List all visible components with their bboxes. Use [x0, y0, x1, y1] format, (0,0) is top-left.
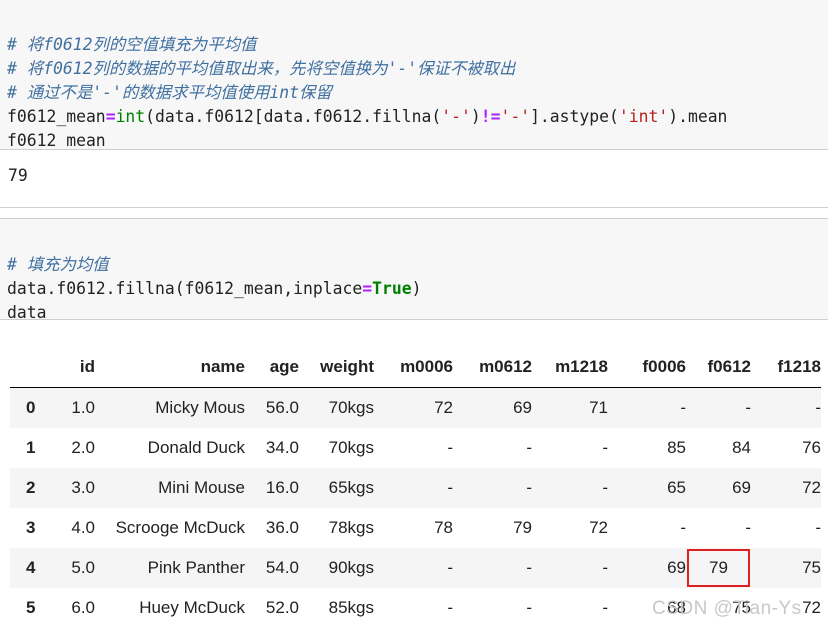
column-header: f1218 [751, 347, 821, 388]
table-cell: 71 [589, 398, 608, 417]
table-cell: - [526, 438, 532, 457]
table-cell: 56.0 [265, 398, 299, 417]
table-cell: Scrooge McDuck [115, 518, 245, 537]
table-cell: 69 [513, 398, 532, 417]
table-cell: 54.0 [265, 558, 299, 577]
table-cell: - [526, 598, 532, 617]
row-index: 1 [26, 438, 36, 457]
table-cell: 79 [513, 518, 532, 537]
table-cell: 78kgs [328, 518, 374, 537]
row-index: 2 [26, 478, 36, 497]
table-cell: 90kgs [328, 558, 374, 577]
table-cell: 70kgs [328, 398, 374, 417]
row-index: 3 [26, 518, 36, 537]
table-cell: - [815, 398, 821, 417]
table-cell: - [526, 558, 532, 577]
table-cell: 4.0 [71, 518, 95, 537]
output-value: 79 [8, 166, 28, 185]
table-cell: - [815, 518, 821, 537]
comment-line: # 通过不是'-'的数据求平均值使用int保留 [7, 83, 332, 102]
table-cell: - [602, 558, 608, 577]
code-line: f0612_mean=int(data.f0612[data.f0612.fil… [7, 107, 728, 126]
table-cell: 75 [802, 558, 821, 577]
table-cell: Huey McDuck [139, 598, 245, 617]
comment-line: # 将f0612列的空值填充为平均值 [7, 35, 257, 54]
table-cell: 65 [667, 478, 686, 497]
table-cell: - [680, 398, 686, 417]
table-cell: 72 [589, 518, 608, 537]
table-cell: 72 [802, 478, 821, 497]
table-row: 2 3.0 Mini Mouse 16.0 65kgs - - - 65 69 … [10, 468, 821, 508]
code-line: data [7, 303, 47, 320]
table-cell: 3.0 [71, 478, 95, 497]
table-cell: 69 [667, 558, 686, 577]
table-cell: - [602, 438, 608, 457]
table-cell: 85kgs [328, 598, 374, 617]
code-cell-2[interactable]: # 填充为均值 data.f0612.fillna(f0612_mean,inp… [0, 218, 828, 320]
column-header: age [245, 347, 299, 388]
table-cell: - [447, 478, 453, 497]
table-cell: 78 [434, 518, 453, 537]
cell-separator [0, 207, 828, 208]
column-header: id [55, 347, 95, 388]
table-cell: 34.0 [265, 438, 299, 457]
column-header: weight [299, 347, 374, 388]
watermark: CSDN @Tian-Ys [652, 598, 802, 619]
table-cell: 36.0 [265, 518, 299, 537]
table-cell: - [447, 438, 453, 457]
table-cell: 85 [667, 438, 686, 457]
table-cell: 52.0 [265, 598, 299, 617]
comment-line: # 将f0612列的数据的平均值取出来，先将空值换为'-'保证不被取出 [7, 59, 516, 78]
table-cell: Pink Panther [147, 558, 245, 577]
code-cell-1[interactable]: # 将f0612列的空值填充为平均值 # 将f0612列的数据的平均值取出来，先… [0, 0, 828, 150]
table-cell: - [745, 518, 751, 537]
column-header: m0612 [453, 347, 532, 388]
column-header: m0006 [374, 347, 453, 388]
table-row: 3 4.0 Scrooge McDuck 36.0 78kgs 78 79 72… [10, 508, 821, 548]
comment-line: # 填充为均值 [7, 255, 109, 274]
code-line: f0612_mean [7, 131, 106, 150]
column-header [10, 347, 55, 388]
table-row: 4 5.0 Pink Panther 54.0 90kgs - - - 69 7… [10, 548, 821, 588]
table-cell: 2.0 [71, 438, 95, 457]
table-cell: 65kgs [328, 478, 374, 497]
table-cell: 5.0 [71, 558, 95, 577]
table-cell: 16.0 [265, 478, 299, 497]
table-row: 0 1.0 Micky Mous 56.0 70kgs 72 69 71 - -… [10, 387, 821, 428]
table-cell: 6.0 [71, 598, 95, 617]
table-row: 1 2.0 Donald Duck 34.0 70kgs - - - 85 84… [10, 428, 821, 468]
table-cell: 69 [732, 478, 751, 497]
table-cell: - [526, 478, 532, 497]
table-cell: - [602, 478, 608, 497]
column-header: f0006 [608, 347, 686, 388]
code-line: data.f0612.fillna(f0612_mean,inplace=Tru… [7, 279, 422, 298]
table-cell: Donald Duck [147, 438, 245, 457]
row-index: 5 [26, 598, 36, 617]
table-cell: 70kgs [328, 438, 374, 457]
column-header: f0612 [686, 347, 751, 388]
column-header: name [95, 347, 245, 388]
table-cell: 76 [802, 438, 821, 457]
table-cell: Micky Mous [155, 398, 245, 417]
table-cell: - [447, 558, 453, 577]
table-cell: 72 [434, 398, 453, 417]
row-index: 4 [26, 558, 36, 577]
highlighted-cell: 79 [686, 548, 751, 588]
table-cell: - [602, 598, 608, 617]
table-cell: 84 [732, 438, 751, 457]
table-cell: 1.0 [71, 398, 95, 417]
table-cell: Mini Mouse [158, 478, 245, 497]
table-cell: - [680, 518, 686, 537]
row-index: 0 [26, 398, 36, 417]
table-cell: - [447, 598, 453, 617]
dataframe-table: id name age weight m0006 m0612 m1218 f00… [10, 347, 821, 628]
table-cell: - [745, 398, 751, 417]
table-header-row: id name age weight m0006 m0612 m1218 f00… [10, 347, 821, 388]
column-header: m1218 [532, 347, 608, 388]
